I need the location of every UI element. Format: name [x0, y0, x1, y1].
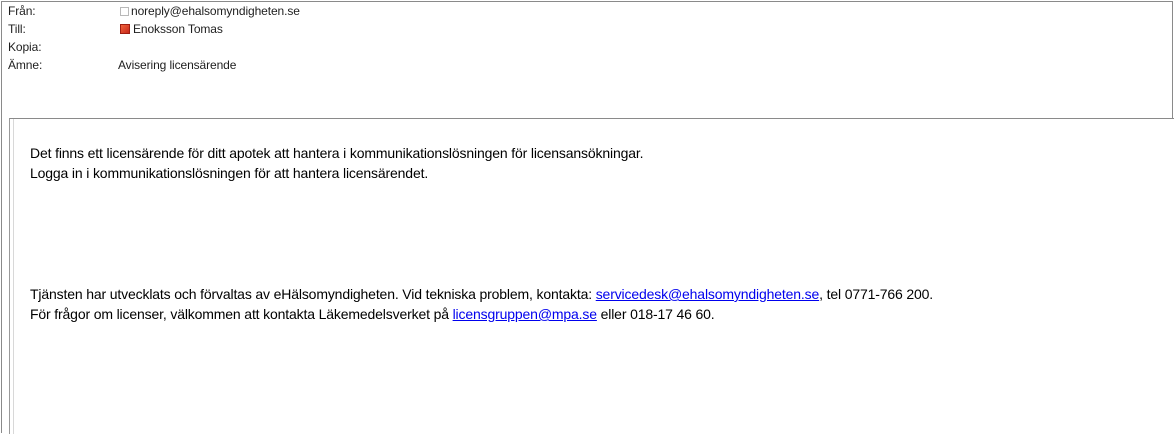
to-recipient[interactable]: Enoksson Tomas: [133, 20, 223, 38]
email-body-content: Det finns ett licensärende för ditt apot…: [13, 119, 1174, 434]
subject-row: Ämne: Avisering licensärende: [2, 56, 1170, 74]
to-row: Till: Enoksson Tomas: [2, 20, 1170, 38]
message-paragraph-1: Det finns ett licensärende för ditt apot…: [30, 143, 644, 183]
servicedesk-email-link[interactable]: servicedesk@ehalsomyndigheten.se: [596, 286, 820, 302]
cc-row: Kopia:: [2, 38, 1170, 56]
to-label: Till:: [8, 22, 26, 36]
message-line-4-tail: eller 018-17 46 60.: [596, 306, 715, 322]
message-line-4-text: För frågor om licenser, välkommen att ko…: [30, 306, 453, 322]
contact-status-busy-icon: [120, 24, 130, 34]
to-value[interactable]: Enoksson Tomas: [120, 20, 223, 38]
message-line-3-text: Tjänsten har utvecklats och förvaltas av…: [30, 286, 596, 302]
from-label: Från:: [8, 4, 36, 18]
message-line-3: Tjänsten har utvecklats och förvaltas av…: [30, 284, 933, 304]
message-line-2: Logga in i kommunikationslösningen för a…: [30, 165, 429, 181]
subject-label: Ämne:: [8, 58, 43, 72]
message-line-3-tail: , tel 0771-766 200.: [819, 286, 934, 302]
message-line-4: För frågor om licenser, välkommen att ko…: [30, 304, 933, 324]
message-paragraph-2: Tjänsten har utvecklats och förvaltas av…: [30, 284, 933, 324]
from-address[interactable]: noreply@ehalsomyndigheten.se: [131, 2, 300, 20]
contact-status-offline-icon: [120, 6, 129, 16]
email-body: Det finns ett licensärende för ditt apot…: [9, 118, 1174, 434]
message-line-1: Det finns ett licensärende för ditt apot…: [30, 145, 644, 161]
email-header: Från: noreply@ehalsomyndigheten.se Till:…: [2, 2, 1170, 74]
cc-label: Kopia:: [8, 40, 42, 54]
from-value[interactable]: noreply@ehalsomyndigheten.se: [120, 2, 300, 20]
licensgruppen-email-link[interactable]: licensgruppen@mpa.se: [453, 306, 597, 322]
subject-value: Avisering licensärende: [118, 58, 237, 72]
from-row: Från: noreply@ehalsomyndigheten.se: [2, 2, 1170, 20]
